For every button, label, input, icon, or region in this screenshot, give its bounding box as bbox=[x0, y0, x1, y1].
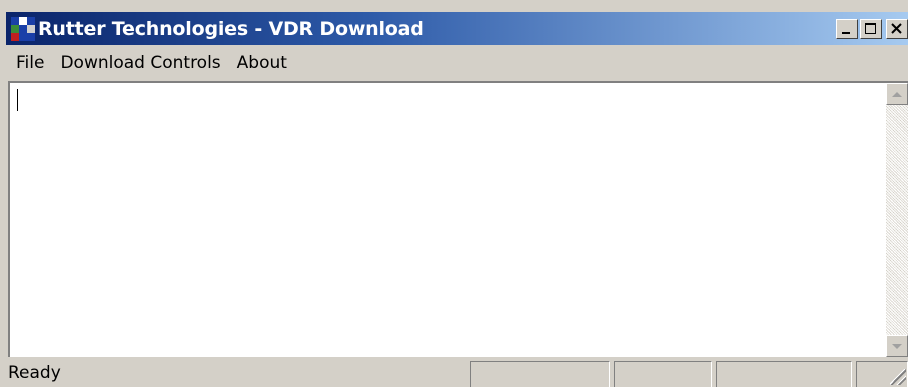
menu-about[interactable]: About bbox=[229, 53, 295, 73]
arrow-up-icon bbox=[892, 91, 902, 97]
window-controls bbox=[836, 19, 908, 39]
close-icon bbox=[891, 23, 902, 34]
status-panel-3 bbox=[716, 361, 852, 387]
menu-download-controls[interactable]: Download Controls bbox=[52, 53, 228, 73]
arrow-down-icon bbox=[892, 343, 902, 349]
close-button[interactable] bbox=[886, 19, 908, 39]
log-text-area[interactable] bbox=[10, 83, 886, 357]
status-panel-2 bbox=[614, 361, 712, 387]
app-icon[interactable] bbox=[11, 16, 35, 41]
minimize-button[interactable] bbox=[836, 19, 858, 39]
maximize-icon bbox=[865, 23, 876, 34]
status-text: Ready bbox=[8, 363, 61, 383]
title-bar[interactable]: Rutter Technologies - VDR Download bbox=[6, 12, 908, 45]
minimize-icon bbox=[842, 32, 850, 34]
status-panel-1 bbox=[470, 361, 610, 387]
menu-file[interactable]: File bbox=[6, 53, 52, 73]
status-bar: Ready bbox=[0, 357, 908, 387]
menu-bar: File Download Controls About bbox=[6, 45, 908, 81]
vertical-scrollbar[interactable] bbox=[886, 83, 908, 357]
log-pane bbox=[8, 81, 908, 357]
scroll-down-button[interactable] bbox=[886, 335, 908, 357]
text-caret bbox=[17, 89, 18, 111]
scroll-up-button[interactable] bbox=[886, 83, 908, 105]
app-window: Rutter Technologies - VDR Download File … bbox=[0, 0, 908, 387]
window-title: Rutter Technologies - VDR Download bbox=[38, 17, 424, 40]
resize-grip-icon[interactable] bbox=[890, 369, 906, 385]
maximize-button[interactable] bbox=[860, 19, 882, 39]
